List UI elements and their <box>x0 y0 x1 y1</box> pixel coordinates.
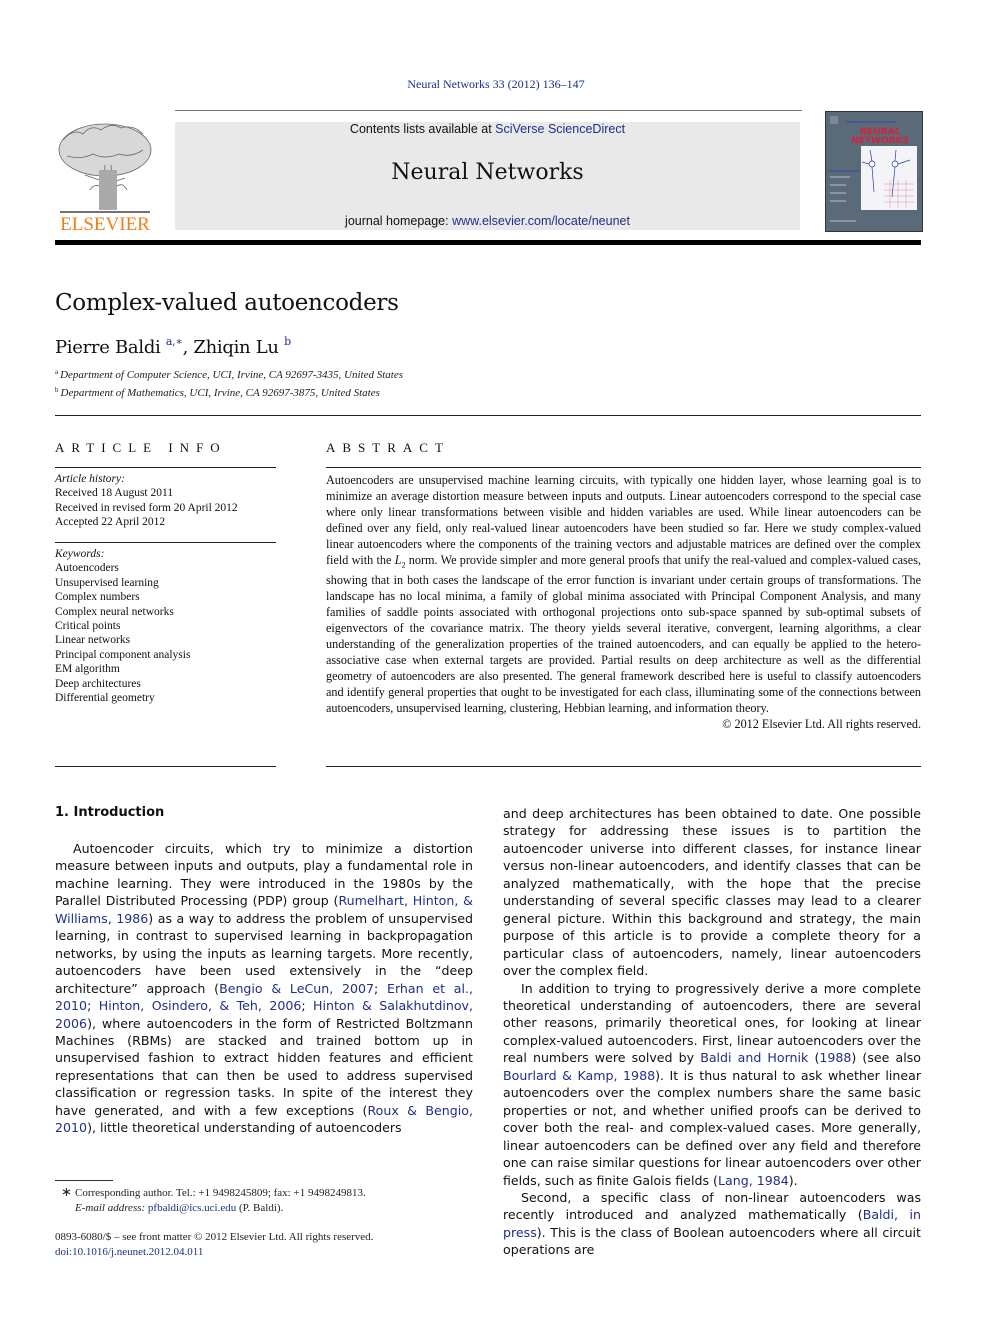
history-revised: Received in revised form 20 April 2012 <box>55 501 238 514</box>
title-divider <box>55 415 921 416</box>
citation-link[interactable]: Lang, 1984 <box>718 1173 789 1188</box>
journal-cover-thumbnail[interactable]: NEURAL NETWORKS <box>825 111 923 232</box>
keyword: Differential geometry <box>55 692 155 705</box>
header-rule <box>175 110 802 111</box>
elsevier-logo[interactable]: ELSEVIER <box>55 120 155 235</box>
keywords-rule <box>55 542 276 543</box>
cover-title-line2: NETWORKS <box>851 136 909 146</box>
article-history-label: Article history: <box>55 473 125 485</box>
article-info-heading: ARTICLE INFO <box>55 440 227 455</box>
front-matter: 0893-6080/$ – see front matter © 2012 El… <box>55 1230 373 1260</box>
journal-citation[interactable]: Neural Networks 33 (2012) 136–147 <box>0 77 992 92</box>
author-name: Pierre Baldi <box>55 337 161 358</box>
abstract-text: norm. We provide simpler and more genera… <box>326 552 922 715</box>
keyword: EM algorithm <box>55 663 120 676</box>
body-column-left: Autoencoder circuits, which try to minim… <box>55 840 473 1137</box>
section-heading-introduction: 1. Introduction <box>55 805 165 820</box>
article-history: Article history: Received 18 August 2011… <box>55 472 276 530</box>
citation-link[interactable]: Bengio & LeCun, 2007 <box>219 981 374 996</box>
abstract-bottom-rule <box>326 766 921 767</box>
article-info-rule <box>55 467 276 468</box>
keyword: Autoencoders <box>55 562 119 575</box>
keyword: Complex numbers <box>55 591 140 604</box>
doi-link[interactable]: doi:10.1016/j.neunet.2012.04.011 <box>55 1246 203 1258</box>
keyword: Complex neural networks <box>55 605 174 618</box>
paragraph: Autoencoder circuits, which try to minim… <box>55 841 474 1136</box>
author-affiliation-marks[interactable]: a,∗ <box>166 335 183 348</box>
email-label: E-mail address: <box>75 1202 146 1214</box>
citation-link[interactable]: Baldi and Hornik <box>700 1050 808 1065</box>
email-link[interactable]: pfbaldi@ics.uci.edu <box>148 1202 236 1214</box>
abstract-rule <box>326 467 921 468</box>
front-matter-text: 0893-6080/$ – see front matter © 2012 El… <box>55 1231 374 1243</box>
cover-art-icon: NEURAL NETWORKS <box>826 112 922 231</box>
elsevier-tree-icon: ELSEVIER <box>55 120 155 235</box>
contents-line: Contents lists available at SciVerse Sci… <box>175 122 800 136</box>
journal-banner: Contents lists available at SciVerse Sci… <box>175 122 800 230</box>
citation-link[interactable]: Hinton, Osindero, & Teh, 2006 <box>99 998 302 1013</box>
citation-link[interactable]: 1988 <box>819 1050 851 1065</box>
affiliation-text: Department of Computer Science, UCI, Irv… <box>60 369 403 381</box>
history-received: Received 18 August 2011 <box>55 487 174 500</box>
abstract-heading: ABSTRACT <box>326 440 450 455</box>
contents-prefix: Contents lists available at <box>349 122 496 136</box>
affiliation-mark: a <box>55 368 59 376</box>
corresponding-author-text: Corresponding author. Tel.: +1 949824580… <box>75 1187 366 1199</box>
keyword: Linear networks <box>55 634 131 647</box>
paragraph: In addition to trying to progressively d… <box>503 980 921 1188</box>
header-heavy-rule <box>55 240 921 245</box>
affiliation: b Department of Mathematics, UCI, Irvine,… <box>55 386 380 399</box>
keywords-block: Keywords: Autoencoders Unsupervised lear… <box>55 547 276 705</box>
affiliation: a Department of Computer Science, UCI, Ir… <box>55 368 403 381</box>
article-title: Complex-valued autoencoders <box>55 290 399 316</box>
affiliation-text: Department of Mathematics, UCI, Irvine, … <box>60 387 380 399</box>
homepage-prefix: journal homepage: <box>345 214 453 228</box>
affiliation-mark: b <box>55 386 59 394</box>
article-info-bottom-rule <box>55 766 276 767</box>
footnote-rule <box>55 1180 113 1181</box>
keyword: Principal component analysis <box>55 648 191 661</box>
paragraph: and deep architectures has been obtained… <box>503 806 921 979</box>
journal-homepage-link[interactable]: www.elsevier.com/locate/neunet <box>452 214 630 228</box>
email-suffix: (P. Baldi). <box>236 1202 284 1214</box>
elsevier-wordmark: ELSEVIER <box>60 214 150 235</box>
body-column-right: and deep architectures has been obtained… <box>503 805 921 1259</box>
journal-name: Neural Networks <box>391 160 584 185</box>
keywords-label: Keywords: <box>55 548 105 560</box>
sciencedirect-link[interactable]: SciVerse ScienceDirect <box>495 122 625 136</box>
abstract-body: Autoencoders are unsupervised machine le… <box>326 473 921 733</box>
citation-link[interactable]: Bourlard & Kamp, 1988 <box>503 1068 655 1083</box>
keyword: Deep architectures <box>55 677 141 690</box>
footnote-star-icon: ∗ <box>61 1184 72 1199</box>
author-list: Pierre Baldi a,∗, Zhiqin Lu b <box>55 335 291 358</box>
history-accepted: Accepted 22 April 2012 <box>55 516 166 529</box>
keyword: Critical points <box>55 620 121 633</box>
abstract-copyright: © 2012 Elsevier Ltd. All rights reserved… <box>722 716 921 731</box>
footnote-corresponding: ∗ Corresponding author. Tel.: +1 9498245… <box>55 1184 475 1216</box>
author-name: Zhiqin Lu <box>193 337 279 358</box>
homepage-line: journal homepage: www.elsevier.com/locat… <box>175 214 800 228</box>
paragraph: Second, a specific class of non-linear a… <box>503 1189 922 1258</box>
author-affiliation-marks[interactable]: b <box>284 335 291 348</box>
author-separator: , <box>182 337 194 358</box>
keyword: Unsupervised learning <box>55 576 159 589</box>
